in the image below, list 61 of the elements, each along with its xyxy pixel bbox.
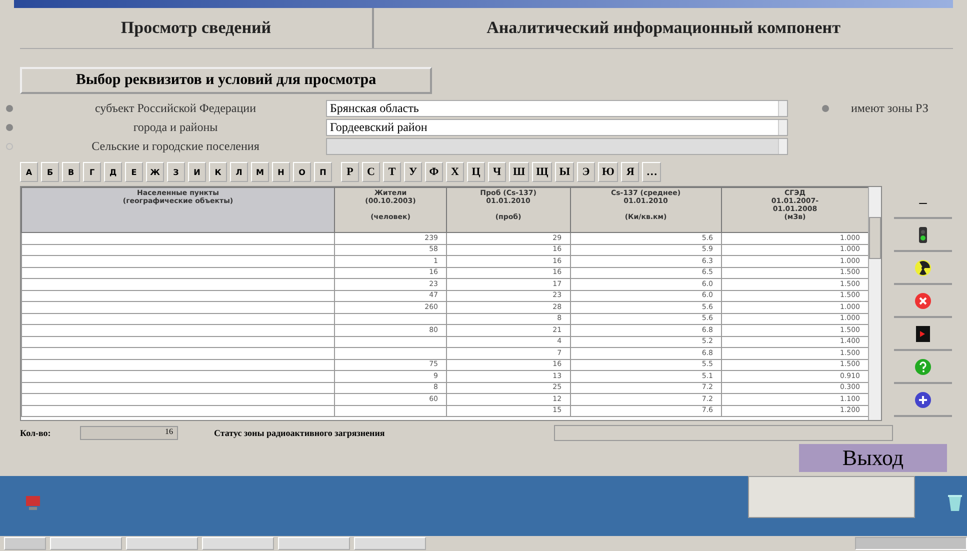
letter-button[interactable]: Э (577, 162, 595, 182)
letter-button[interactable]: Ф (425, 162, 443, 182)
dropdown[interactable]: Брянская область (326, 100, 788, 116)
letter-button[interactable]: П (314, 162, 332, 182)
letter-button[interactable]: Ц (467, 162, 485, 182)
letter-button[interactable]: … (642, 162, 662, 182)
radio-button[interactable] (822, 104, 829, 112)
letter-button[interactable]: М (251, 162, 269, 182)
zone-status-label: Статус зоны радиоактивного загрязнения (214, 428, 386, 438)
letter-button[interactable]: Р (341, 162, 359, 182)
letter-button[interactable]: О (293, 162, 311, 182)
letter-button[interactable]: Я (621, 162, 640, 182)
radio-button[interactable] (6, 104, 13, 112)
letter-button[interactable]: Ч (488, 162, 506, 182)
taskbar-button[interactable] (126, 537, 198, 550)
select-criteria-button[interactable]: Выбор реквизитов и условий для просмотра (20, 67, 432, 94)
letter-button[interactable]: Г (83, 162, 101, 182)
taskbar-button[interactable] (202, 537, 274, 550)
count-label: Кол-во: (20, 428, 52, 438)
exit-door-icon (916, 326, 930, 342)
filter-label: города и районы (132, 120, 219, 134)
letter-button[interactable]: Л (230, 162, 248, 182)
letter-button[interactable]: А (20, 162, 38, 182)
add-icon (915, 392, 931, 408)
letter-button[interactable]: В (62, 162, 80, 182)
letter-button[interactable]: Ю (598, 162, 618, 182)
filter-label: субъект Российской Федерации (94, 100, 258, 116)
letter-button[interactable]: Д (104, 162, 122, 182)
letter-button[interactable]: Щ (532, 162, 552, 182)
zone-option-label: имеют зоны РЗ (851, 100, 928, 116)
letter-button[interactable]: Т (383, 162, 401, 182)
taskbar-button[interactable] (278, 537, 350, 550)
letter-button[interactable]: К (209, 162, 227, 182)
letter-button[interactable]: Х (446, 162, 464, 182)
dropdown[interactable] (326, 138, 788, 154)
radio-button[interactable] (6, 142, 13, 150)
letter-button[interactable]: Ш (509, 162, 530, 182)
exit-button[interactable]: Выход (799, 444, 947, 472)
help-icon (915, 358, 931, 374)
letter-button[interactable]: У (404, 162, 422, 182)
letter-button[interactable]: С (362, 162, 380, 182)
letter-button[interactable]: Н (272, 162, 290, 182)
recycle-bin-icon[interactable] (948, 494, 962, 512)
letter-button[interactable]: З (167, 162, 185, 182)
computer-icon[interactable] (24, 494, 42, 512)
filter-label: Сельские и городские поселения (90, 138, 260, 154)
letter-button[interactable]: Е (125, 162, 143, 182)
radiation-icon (915, 260, 931, 276)
letter-button[interactable]: Б (41, 162, 59, 182)
count-field: 16 (80, 426, 178, 440)
traffic-light-icon (918, 226, 928, 242)
scrollbar[interactable] (868, 187, 881, 420)
taskbar-button[interactable] (354, 537, 426, 550)
radio-button[interactable] (6, 124, 13, 130)
letter-button[interactable]: И (188, 162, 206, 182)
dropdown[interactable]: Гордеевский район (326, 118, 788, 136)
taskbar-button[interactable] (50, 537, 122, 550)
letter-button[interactable]: Ж (146, 162, 164, 182)
close-icon (915, 292, 931, 308)
start-button[interactable] (4, 537, 46, 550)
letter-button[interactable]: Ы (555, 162, 574, 182)
